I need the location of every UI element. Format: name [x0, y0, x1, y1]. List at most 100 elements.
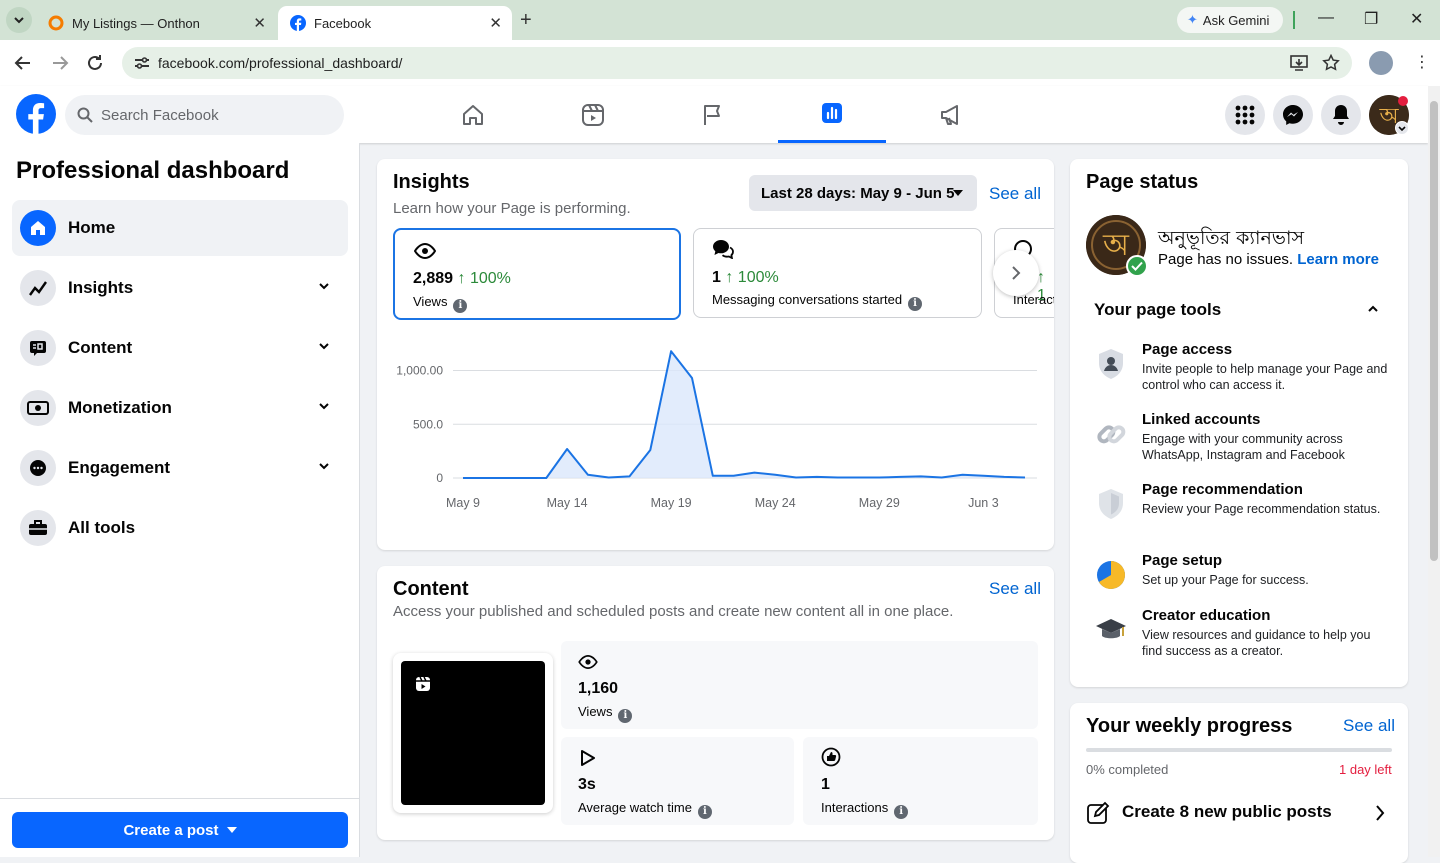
- close-tab-icon[interactable]: ✕: [253, 14, 266, 32]
- pie-progress-icon: [1094, 558, 1128, 592]
- search-placeholder: Search Facebook: [101, 107, 219, 124]
- insights-see-all-link[interactable]: See all: [989, 184, 1041, 204]
- browser-tab-facebook[interactable]: Facebook ✕: [278, 6, 512, 40]
- gemini-sparkle-icon: ✦: [1187, 12, 1198, 28]
- verified-check-icon: [1126, 255, 1148, 277]
- tab-search-button[interactable]: [6, 7, 32, 33]
- sidebar-item-engagement[interactable]: Engagement: [12, 440, 348, 496]
- menu-button[interactable]: [1225, 95, 1265, 135]
- tool-title: Creator education: [1142, 607, 1270, 624]
- messenger-button[interactable]: [1273, 95, 1313, 135]
- post-thumbnail: [401, 661, 545, 805]
- facebook-logo-icon[interactable]: [16, 94, 56, 134]
- scrollbar-thumb[interactable]: [1430, 101, 1438, 561]
- facebook-favicon-icon: [290, 15, 306, 31]
- progress-completed: 0% completed: [1086, 762, 1168, 777]
- metric-card-messaging[interactable]: 1 ↑ 100% Messaging conversations started…: [693, 228, 982, 318]
- home-icon: [20, 210, 56, 246]
- sidebar-item-label: Content: [68, 338, 132, 358]
- post-thumbnail-frame[interactable]: [393, 653, 553, 813]
- eye-icon: [414, 243, 436, 259]
- post-watch-time-stat: 3s Average watch timei: [561, 737, 794, 825]
- nav-home[interactable]: [419, 86, 527, 143]
- megaphone-icon: [939, 103, 963, 127]
- browser-menu-icon[interactable]: ⋮: [1414, 52, 1430, 72]
- toolbox-icon: [20, 510, 56, 546]
- sidebar-item-monetization[interactable]: Monetization: [12, 380, 348, 436]
- tool-title: Page recommendation: [1142, 481, 1303, 498]
- close-window-icon[interactable]: ✕: [1410, 9, 1423, 29]
- account-menu-chevron[interactable]: [1395, 121, 1409, 135]
- chevron-down-icon[interactable]: [318, 460, 330, 472]
- tool-creator-education[interactable]: Creator education View resources and gui…: [1094, 607, 1394, 657]
- content-see-all-link[interactable]: See all: [989, 579, 1041, 599]
- gemini-label: Ask Gemini: [1203, 13, 1269, 28]
- new-tab-icon[interactable]: +: [520, 9, 532, 32]
- tool-page-recommendation[interactable]: Page recommendation Review your Page rec…: [1094, 481, 1394, 531]
- info-icon[interactable]: i: [618, 709, 632, 723]
- learn-more-link[interactable]: Learn more: [1297, 251, 1379, 268]
- info-icon[interactable]: i: [908, 297, 922, 311]
- nav-dashboard[interactable]: [778, 86, 886, 143]
- page-scrollbar[interactable]: [1428, 86, 1440, 857]
- nav-pages[interactable]: [659, 86, 767, 143]
- metric-card-views[interactable]: 2,889 ↑ 100% Viewsi: [393, 228, 681, 320]
- weekly-task-item[interactable]: Create 8 new public posts: [1086, 799, 1392, 829]
- page-title: Professional dashboard: [16, 157, 289, 185]
- browser-toolbar: facebook.com/professional_dashboard/ ⋮: [0, 40, 1440, 86]
- metric-change: ↑ 100%: [725, 269, 778, 286]
- facebook-header: Search Facebook অ: [0, 86, 1428, 143]
- minimize-icon[interactable]: —: [1318, 9, 1334, 27]
- sidebar-item-label: Monetization: [68, 398, 172, 418]
- views-label: Views: [578, 704, 612, 719]
- nav-reels[interactable]: [539, 86, 647, 143]
- weekly-progress-card: Your weekly progress See all 0% complete…: [1070, 703, 1408, 863]
- weekly-see-all-link[interactable]: See all: [1343, 716, 1395, 736]
- forward-arrow-icon[interactable]: [51, 55, 69, 71]
- tool-description: View resources and guidance to help you …: [1142, 627, 1392, 659]
- tool-page-access[interactable]: Page access Invite people to help manage…: [1094, 341, 1394, 391]
- info-icon[interactable]: i: [698, 805, 712, 819]
- chevron-up-icon[interactable]: [1367, 304, 1379, 314]
- eye-icon: [578, 655, 598, 669]
- y-tick-label: 1,000.00: [396, 364, 443, 378]
- edit-pencil-icon: [1086, 801, 1110, 825]
- nav-ads[interactable]: [897, 86, 1005, 143]
- tab-title: My Listings — Onthon: [72, 16, 200, 31]
- profile-avatar[interactable]: [1369, 51, 1393, 75]
- browser-tab-onthon[interactable]: My Listings — Onthon ✕: [36, 6, 276, 40]
- ask-gemini-button[interactable]: ✦ Ask Gemini: [1177, 7, 1283, 33]
- thumbs-up-icon: [821, 747, 841, 767]
- x-tick-label: Jun 3: [968, 496, 999, 510]
- install-app-icon[interactable]: [1290, 55, 1308, 71]
- notifications-button[interactable]: [1321, 95, 1361, 135]
- restore-icon[interactable]: ❐: [1364, 9, 1378, 29]
- close-tab-icon[interactable]: ✕: [489, 14, 502, 32]
- link-chain-icon: [1094, 417, 1128, 451]
- reload-icon[interactable]: [86, 54, 104, 72]
- chevron-down-icon[interactable]: [318, 340, 330, 352]
- sidebar-item-all-tools[interactable]: All tools: [12, 500, 348, 556]
- site-settings-icon[interactable]: [134, 56, 150, 70]
- dashboard-sidebar: Professional dashboard Home Insights Con…: [0, 143, 360, 857]
- progress-time-left: 1 day left: [1339, 762, 1392, 777]
- back-arrow-icon[interactable]: [14, 55, 32, 71]
- interactions-label: Interactions: [821, 800, 888, 815]
- create-post-button[interactable]: Create a post: [12, 812, 348, 848]
- chevron-down-icon[interactable]: [318, 400, 330, 412]
- tool-linked-accounts[interactable]: Linked accounts Engage with your communi…: [1094, 411, 1394, 461]
- sidebar-item-content[interactable]: Content: [12, 320, 348, 376]
- date-range-dropdown[interactable]: Last 28 days: May 9 - Jun 5: [749, 175, 977, 211]
- address-bar[interactable]: facebook.com/professional_dashboard/: [122, 47, 1352, 79]
- info-icon[interactable]: i: [453, 299, 467, 313]
- metrics-next-button[interactable]: [993, 250, 1039, 296]
- sidebar-item-insights[interactable]: Insights: [12, 260, 348, 316]
- tool-page-setup[interactable]: Page setup Set up your Page for success.: [1094, 552, 1394, 592]
- sidebar-item-home[interactable]: Home: [12, 200, 348, 256]
- info-icon[interactable]: i: [894, 805, 908, 819]
- bookmark-star-icon[interactable]: [1322, 54, 1340, 72]
- y-tick-label: 500.0: [413, 417, 443, 431]
- search-input[interactable]: Search Facebook: [65, 95, 344, 135]
- post-interactions-stat: 1 Interactionsi: [803, 737, 1038, 825]
- chevron-down-icon[interactable]: [318, 280, 330, 292]
